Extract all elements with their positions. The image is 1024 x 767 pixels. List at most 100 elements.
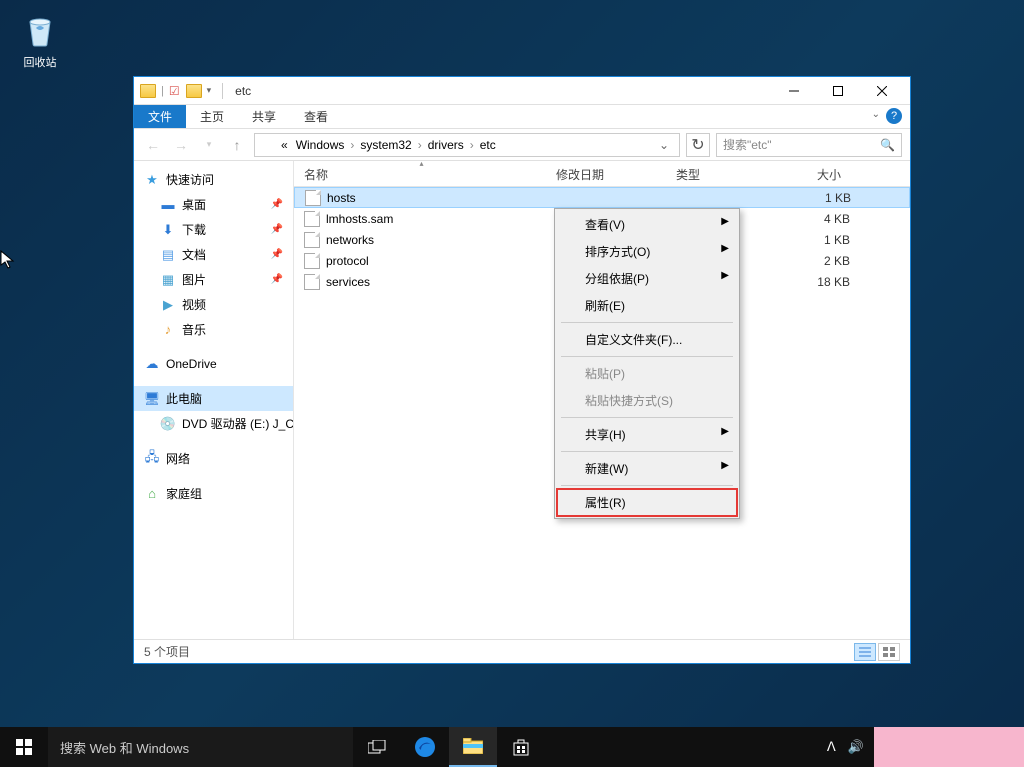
tab-home[interactable]: 主页 — [186, 105, 238, 128]
tab-file[interactable]: 文件 — [134, 105, 186, 128]
file-name: services — [326, 275, 554, 289]
start-button[interactable] — [0, 727, 48, 767]
videos-icon: ▶ — [160, 297, 176, 313]
sidebar-item-desktop[interactable]: ▬桌面📌 — [134, 192, 293, 217]
menu-separator — [561, 322, 733, 323]
sidebar-item-music[interactable]: ♪音乐 — [134, 317, 293, 342]
submenu-arrow-icon: ▶ — [721, 270, 729, 281]
menu-separator — [561, 485, 733, 486]
menu-new[interactable]: 新建(W)▶ — [557, 455, 737, 482]
breadcrumb-item[interactable]: system32 — [356, 138, 415, 152]
tray-volume-icon[interactable]: 🔊 — [848, 739, 864, 755]
menu-refresh[interactable]: 刷新(E) — [557, 292, 737, 319]
file-icon — [304, 253, 320, 269]
desktop-icon: ▬ — [160, 197, 176, 213]
recycle-bin-icon[interactable]: 回收站 — [10, 10, 70, 70]
menu-properties[interactable]: 属性(R) — [557, 489, 737, 516]
sidebar-item-onedrive[interactable]: ☁OneDrive — [134, 352, 293, 376]
titlebar[interactable]: | ☑ ▾ etc — [134, 77, 910, 105]
menu-view[interactable]: 查看(V)▶ — [557, 211, 737, 238]
menu-share[interactable]: 共享(H)▶ — [557, 421, 737, 448]
nav-forward-button[interactable]: → — [170, 134, 192, 156]
breadcrumb-item[interactable]: Windows — [292, 138, 349, 152]
close-button[interactable] — [860, 77, 904, 105]
view-icons-button[interactable] — [878, 643, 900, 661]
sidebar-item-dvd[interactable]: 💿DVD 驱动器 (E:) J_C — [134, 411, 293, 436]
qat-dropdown-icon[interactable]: ▾ — [204, 85, 215, 96]
nav-history-button[interactable]: ▾ — [198, 134, 220, 156]
breadcrumb-item[interactable]: drivers — [424, 138, 468, 152]
breadcrumb-prefix[interactable]: « — [277, 138, 292, 152]
pin-icon: 📌 — [271, 274, 283, 285]
sidebar-item-network[interactable]: 🖧网络 — [134, 446, 293, 471]
sort-indicator-icon: ▴ — [420, 161, 424, 168]
maximize-button[interactable] — [816, 77, 860, 105]
minimize-button[interactable] — [772, 77, 816, 105]
task-view-button[interactable] — [353, 727, 401, 767]
submenu-arrow-icon: ▶ — [721, 216, 729, 227]
column-name[interactable]: 名称▴ — [294, 161, 546, 186]
disc-icon: 💿 — [160, 416, 176, 432]
file-size: 1 KB — [790, 233, 860, 247]
sidebar-item-quick-access[interactable]: ★快速访问 — [134, 167, 293, 192]
system-tray[interactable]: ᐱ 🔊 — [817, 727, 874, 767]
file-size: 1 KB — [791, 191, 861, 205]
menu-group[interactable]: 分组依据(P)▶ — [557, 265, 737, 292]
search-input[interactable]: 搜索"etc" 🔍 — [716, 133, 902, 157]
recycle-bin-label: 回收站 — [24, 57, 57, 69]
view-details-button[interactable] — [854, 643, 876, 661]
taskbar-edge-button[interactable] — [401, 727, 449, 767]
sidebar-item-this-pc[interactable]: 🖥此电脑 — [134, 386, 293, 411]
refresh-button[interactable]: ↻ — [686, 133, 710, 157]
context-menu: 查看(V)▶ 排序方式(O)▶ 分组依据(P)▶ 刷新(E) 自定义文件夹(F)… — [554, 208, 740, 519]
file-name: protocol — [326, 254, 554, 268]
music-icon: ♪ — [160, 322, 176, 338]
menu-separator — [561, 451, 733, 452]
sidebar-item-homegroup[interactable]: ⌂家庭组 — [134, 481, 293, 506]
file-size: 18 KB — [790, 275, 860, 289]
sidebar: ★快速访问 ▬桌面📌 ⬇下载📌 ▤文档📌 ▦图片📌 ▶视频 ♪音乐 ☁OneDr… — [134, 161, 294, 639]
menu-customize[interactable]: 自定义文件夹(F)... — [557, 326, 737, 353]
qat-sep: | — [158, 85, 167, 97]
nav-back-button[interactable]: ← — [142, 134, 164, 156]
column-size[interactable]: 大小 — [782, 161, 852, 186]
qat-check-icon[interactable]: ☑ — [169, 84, 180, 98]
submenu-arrow-icon: ▶ — [721, 460, 729, 471]
breadcrumb-item[interactable]: etc — [476, 138, 500, 152]
tab-share[interactable]: 共享 — [238, 105, 290, 128]
tab-view[interactable]: 查看 — [290, 105, 342, 128]
window-title: etc — [235, 84, 251, 98]
pin-icon: 📌 — [271, 224, 283, 235]
taskbar-explorer-button[interactable] — [449, 727, 497, 767]
breadcrumb-icon — [259, 139, 273, 151]
menu-sort[interactable]: 排序方式(O)▶ — [557, 238, 737, 265]
breadcrumb-dropdown-icon[interactable]: ⌄ — [653, 138, 675, 152]
file-icon — [304, 232, 320, 248]
file-size: 4 KB — [790, 212, 860, 226]
column-type[interactable]: 类型 — [666, 161, 782, 186]
breadcrumb[interactable]: « Windows› system32› drivers› etc ⌄ — [254, 133, 680, 157]
file-icon — [304, 274, 320, 290]
taskbar: 搜索 Web 和 Windows ᐱ 🔊 — [0, 727, 1024, 767]
pin-icon: 📌 — [271, 249, 283, 260]
submenu-arrow-icon: ▶ — [721, 426, 729, 437]
sidebar-item-downloads[interactable]: ⬇下载📌 — [134, 217, 293, 242]
qat-folder-icon[interactable] — [186, 84, 202, 98]
sidebar-item-pictures[interactable]: ▦图片📌 — [134, 267, 293, 292]
column-date[interactable]: 修改日期 — [546, 161, 666, 186]
pictures-icon: ▦ — [160, 272, 176, 288]
sidebar-item-documents[interactable]: ▤文档📌 — [134, 242, 293, 267]
taskbar-store-button[interactable] — [497, 727, 545, 767]
window-icon — [140, 84, 156, 98]
cursor-icon — [0, 250, 16, 275]
sidebar-item-videos[interactable]: ▶视频 — [134, 292, 293, 317]
help-icon[interactable]: ? — [886, 108, 902, 124]
tray-chevron-icon[interactable]: ᐱ — [827, 739, 836, 755]
ribbon-expand-icon[interactable]: ⌄ — [872, 109, 880, 120]
file-row[interactable]: hosts1 KB — [294, 187, 910, 208]
taskbar-search-input[interactable]: 搜索 Web 和 Windows — [48, 727, 353, 767]
nav-up-button[interactable]: ↑ — [226, 134, 248, 156]
homegroup-icon: ⌂ — [144, 486, 160, 502]
search-placeholder: 搜索"etc" — [723, 136, 772, 153]
column-headers: 名称▴ 修改日期 类型 大小 — [294, 161, 910, 187]
